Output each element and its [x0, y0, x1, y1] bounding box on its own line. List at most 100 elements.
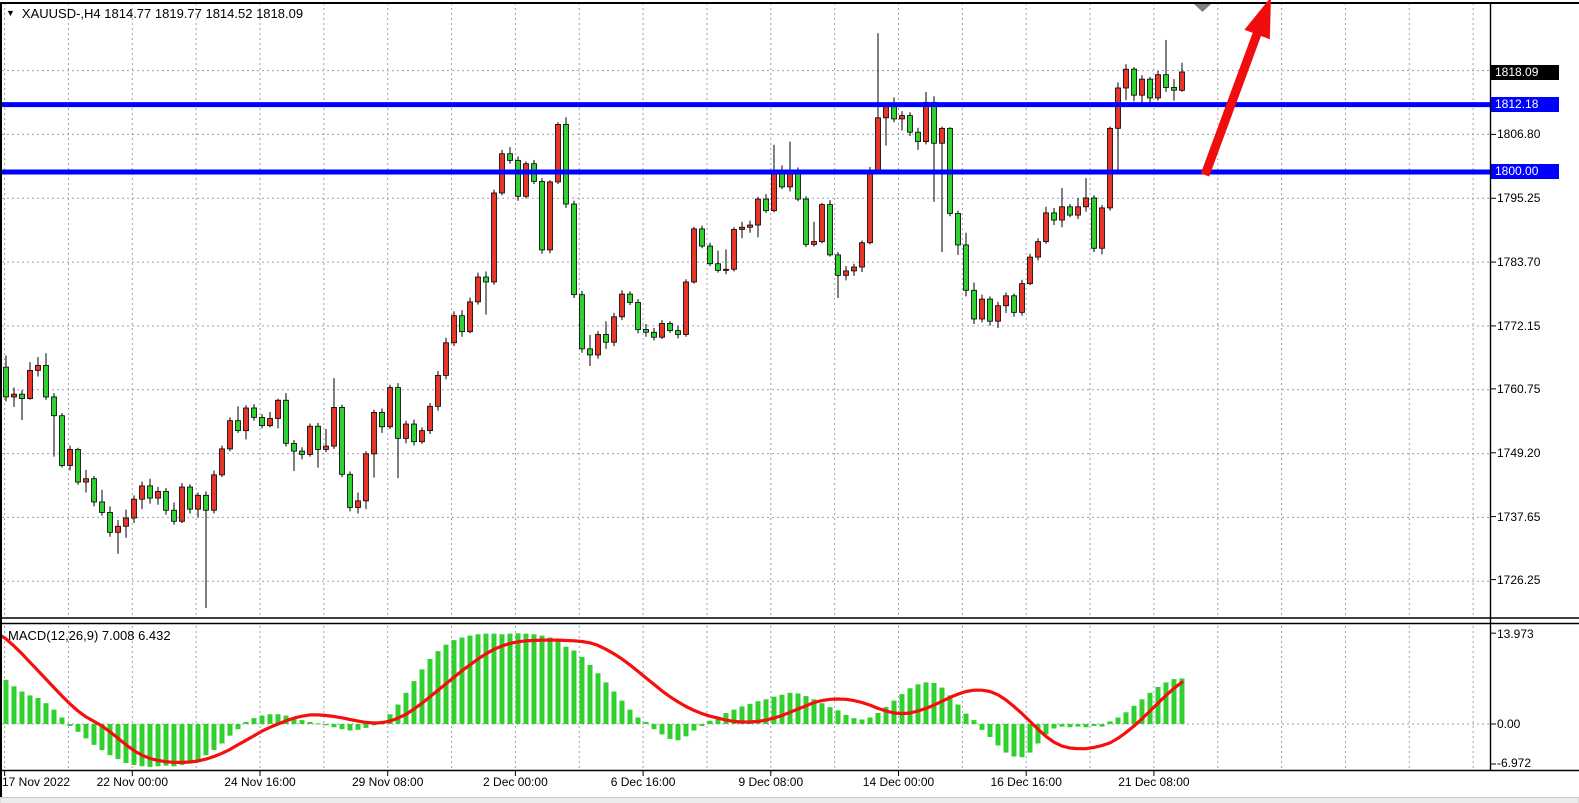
macd-histogram-bar — [532, 634, 537, 724]
time-axis-label: 17 Nov 2022 — [2, 775, 70, 789]
candle-bull — [1100, 208, 1105, 248]
candle-bull — [524, 164, 529, 197]
macd-histogram-bar — [196, 724, 201, 760]
macd-histogram-bar — [260, 716, 265, 724]
candle-bear — [708, 246, 713, 264]
macd-axis-label: -6.972 — [1497, 756, 1531, 770]
macd-histogram-bar — [1004, 724, 1009, 753]
candle-bull — [860, 243, 865, 267]
symbol-ohlc-text: XAUUSD-,H4 1814.77 1819.77 1814.52 1818.… — [22, 6, 303, 21]
candle-bull — [1004, 296, 1009, 306]
macd-histogram-bar — [708, 721, 713, 724]
candle-bull — [492, 193, 497, 282]
price-axis-label: 1726.25 — [1497, 573, 1540, 587]
candle-bull — [220, 449, 225, 475]
candle-bear — [572, 204, 577, 295]
macd-histogram-bar — [916, 684, 921, 724]
macd-histogram-bar — [1084, 724, 1089, 727]
macd-histogram-bar — [684, 724, 689, 736]
macd-histogram-bar — [980, 724, 985, 730]
candle-bear — [644, 330, 649, 333]
candle-bear — [540, 181, 545, 250]
candle-bear — [956, 213, 961, 245]
candle-bear — [588, 349, 593, 355]
time-axis-label: 9 Dec 08:00 — [738, 775, 803, 789]
time-axis-label: 6 Dec 16:00 — [611, 775, 676, 789]
candle-bear — [60, 416, 65, 466]
candle-bear — [828, 205, 833, 255]
candle-bull — [772, 171, 777, 211]
macd-histogram-bar — [452, 640, 457, 724]
candle-bear — [908, 116, 913, 133]
macd-histogram-bar — [348, 724, 353, 731]
symbol-ohlc-readout[interactable]: ▼ XAUUSD-,H4 1814.77 1819.77 1814.52 181… — [6, 6, 303, 21]
candle-bear — [932, 102, 937, 143]
candle-bull — [612, 317, 617, 342]
time-axis-label: 24 Nov 16:00 — [224, 775, 295, 789]
macd-histogram-bar — [236, 724, 241, 729]
macd-histogram-bar — [1068, 724, 1073, 727]
symbol-dropdown-icon[interactable]: ▼ — [6, 7, 15, 20]
candle-bull — [68, 449, 73, 465]
candle-bull — [28, 370, 33, 398]
candle-bear — [1052, 213, 1057, 220]
macd-histogram-bar — [404, 693, 409, 724]
candle-bull — [468, 302, 473, 332]
candle-bear — [100, 502, 105, 513]
candle-bear — [460, 316, 465, 332]
macd-histogram-bar — [596, 673, 601, 724]
time-axis-label: 21 Dec 08:00 — [1118, 775, 1189, 789]
candle-bear — [1092, 198, 1097, 248]
chart-canvas[interactable] — [0, 0, 1579, 803]
price-axis-label: 1795.25 — [1497, 191, 1540, 205]
time-axis-label: 29 Nov 08:00 — [352, 775, 423, 789]
macd-histogram-bar — [828, 707, 833, 724]
candle-bear — [236, 421, 241, 431]
macd-histogram-bar — [212, 724, 217, 750]
macd-histogram-bar — [676, 724, 681, 740]
candle-bull — [132, 499, 137, 518]
price-axis-label: 1760.75 — [1497, 382, 1540, 396]
candle-bull — [36, 365, 41, 370]
macd-histogram-bar — [660, 724, 665, 734]
candle-bull — [308, 426, 313, 454]
bottom-scroll-strip[interactable] — [0, 798, 1579, 803]
candle-bear — [1012, 296, 1017, 313]
candle-bear — [348, 474, 353, 507]
level-price-label: 1812.18 — [1491, 97, 1559, 112]
level-price-label: 1800.00 — [1491, 164, 1559, 179]
candle-bull — [1084, 198, 1089, 207]
macd-histogram-bar — [852, 718, 857, 724]
candle-bear — [292, 443, 297, 451]
candle-bull — [1044, 213, 1049, 242]
macd-histogram-bar — [308, 722, 313, 724]
candle-bull — [812, 242, 817, 245]
candle-bull — [620, 294, 625, 317]
macd-histogram-bar — [1116, 718, 1121, 725]
candle-bull — [1076, 207, 1081, 215]
candle-bull — [428, 406, 433, 430]
candle-bull — [116, 526, 121, 532]
macd-histogram-bar — [1052, 724, 1057, 729]
macd-histogram-bar — [412, 681, 417, 724]
candle-bear — [92, 479, 97, 502]
macd-histogram-bar — [68, 724, 73, 726]
macd-axis-label: 0.00 — [1497, 717, 1520, 731]
candle-bear — [564, 124, 569, 204]
macd-histogram-bar — [172, 724, 177, 766]
candle-bull — [228, 421, 233, 449]
macd-axis-label: 13.973 — [1497, 627, 1534, 641]
candle-bear — [508, 154, 513, 161]
macd-histogram-bar — [332, 724, 337, 727]
candle-bull — [980, 299, 985, 319]
candle-bear — [316, 426, 321, 449]
candle-bull — [748, 225, 753, 227]
candle-bear — [636, 302, 641, 329]
candle-bull — [884, 107, 889, 118]
macd-histogram-bar — [524, 634, 529, 724]
macd-histogram-bar — [964, 714, 969, 724]
candle-bull — [1036, 242, 1041, 257]
candle-bull — [684, 282, 689, 335]
macd-histogram-bar — [60, 718, 65, 725]
candle-bull — [140, 486, 145, 499]
